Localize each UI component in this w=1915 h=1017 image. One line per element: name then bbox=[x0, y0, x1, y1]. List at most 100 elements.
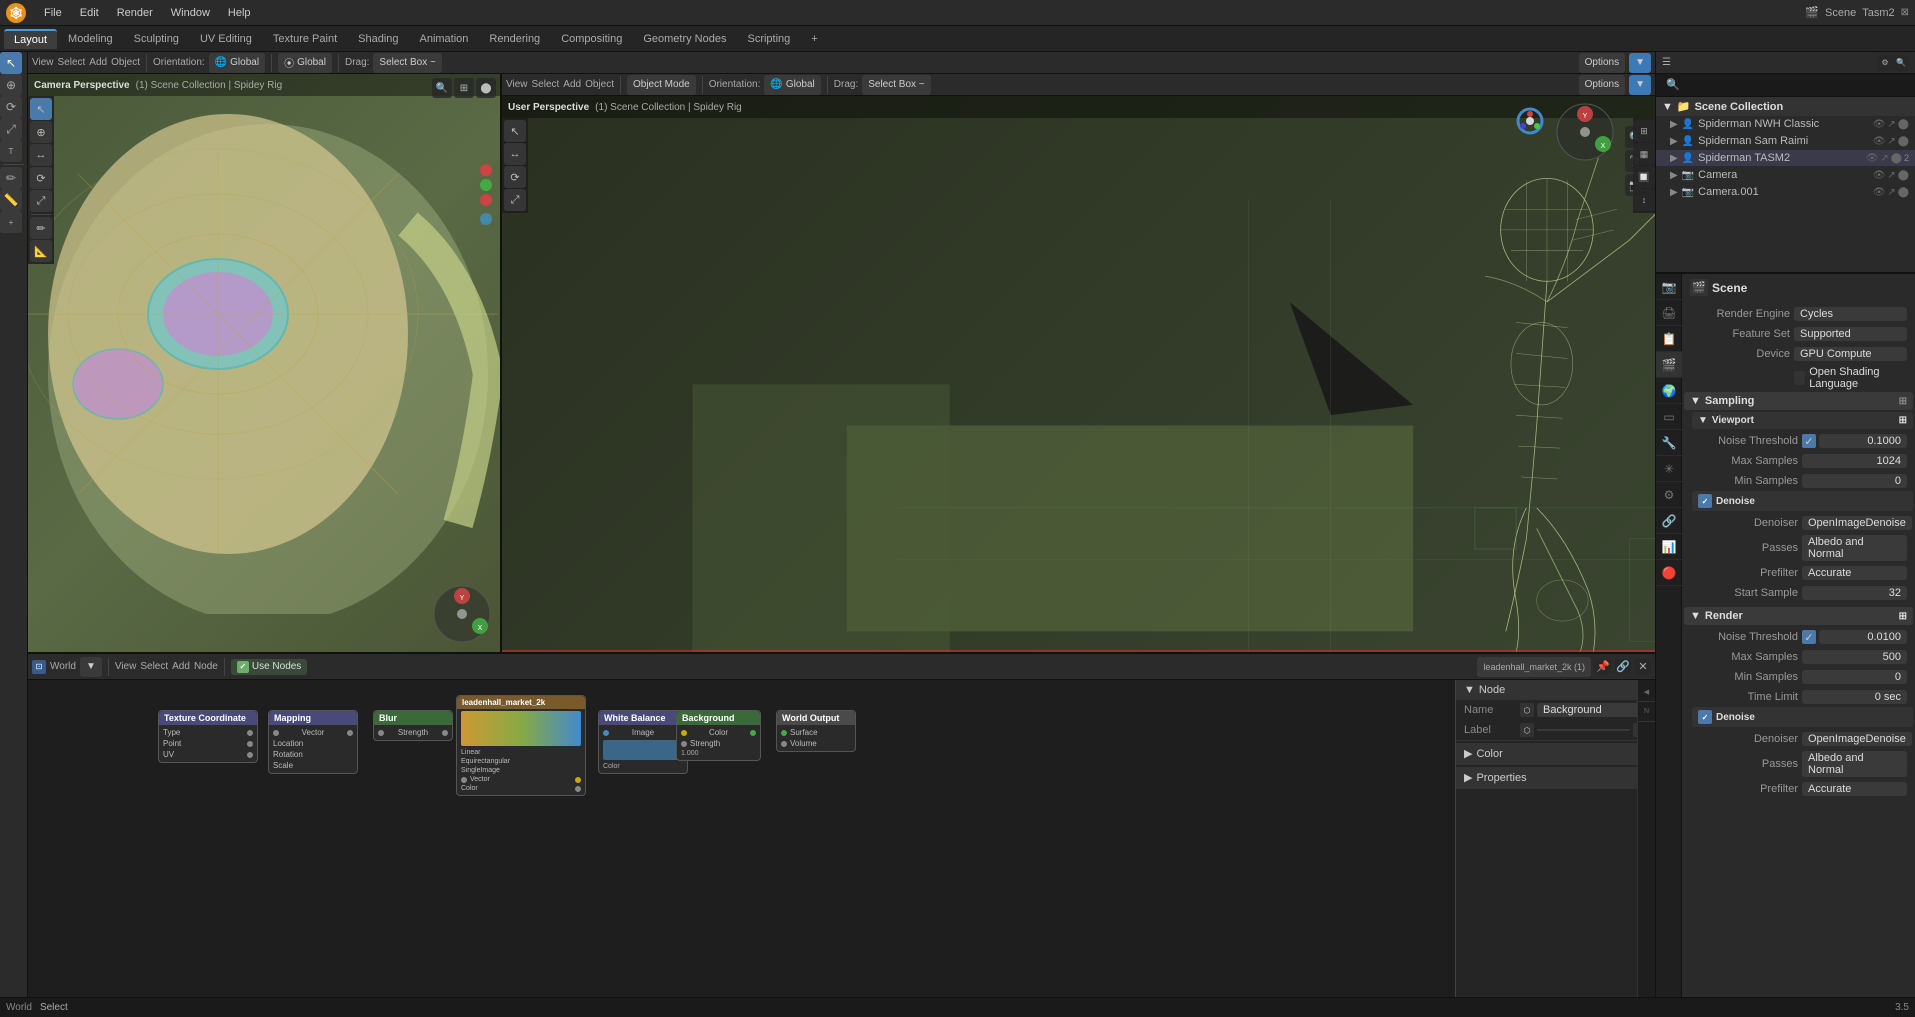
prop-render-icon[interactable]: 📷 bbox=[1656, 274, 1682, 300]
tab-scripting[interactable]: Scripting bbox=[737, 30, 800, 48]
uvp-rotate-btn[interactable]: ⟳ bbox=[504, 166, 526, 188]
menu-render[interactable]: Render bbox=[109, 5, 161, 21]
item4-vis[interactable]: 👁 bbox=[1873, 187, 1886, 198]
prop-particles-icon[interactable]: ✳ bbox=[1656, 456, 1682, 482]
r-denoiser-value[interactable]: OpenImageDenoise bbox=[1802, 732, 1912, 746]
node-white-balance[interactable]: White Balance Image bbox=[598, 710, 688, 774]
vp-cursor-btn[interactable]: ⊕ bbox=[30, 121, 52, 143]
uvp-select-btn[interactable]: ↖ bbox=[504, 120, 526, 142]
render-denoise-header[interactable]: ✓ Denoise bbox=[1692, 707, 1913, 727]
options-toggle[interactable]: ▼ bbox=[1629, 53, 1651, 73]
render-header[interactable]: ▼ Render ⊞ bbox=[1684, 607, 1913, 625]
tc-out-gen[interactable] bbox=[247, 730, 253, 736]
r-min-value[interactable]: 0 bbox=[1802, 670, 1907, 684]
node-select-label[interactable]: Select bbox=[140, 661, 168, 672]
uvp-move-btn[interactable]: ↔ bbox=[504, 143, 526, 165]
render-engine-value[interactable]: Cycles bbox=[1794, 307, 1907, 321]
drag-select-btn[interactable]: Select Box ~ bbox=[373, 53, 441, 73]
outliner-item-2[interactable]: ▶ 👤 Spiderman TASM2 👁 ↗ ⬤ 2 bbox=[1656, 150, 1915, 167]
bg-out[interactable] bbox=[750, 730, 756, 736]
node-link-btn[interactable]: 🔗 bbox=[1615, 659, 1631, 675]
prop-constraints-icon[interactable]: 🔗 bbox=[1656, 508, 1682, 534]
r-passes-value[interactable]: Albedo and Normal bbox=[1802, 751, 1907, 777]
item0-vis[interactable]: 👁 bbox=[1873, 119, 1886, 130]
menu-help[interactable]: Help bbox=[220, 5, 259, 21]
env-out-color[interactable] bbox=[575, 777, 581, 783]
vp-rotate-btn[interactable]: ⟳ bbox=[30, 167, 52, 189]
node-panel-icon-1[interactable]: ◀ bbox=[1637, 682, 1656, 702]
item0-rend[interactable]: ⬤ bbox=[1898, 119, 1909, 130]
camera-vp-rendered[interactable]: ⬤ bbox=[476, 78, 496, 98]
osl-checkbox[interactable] bbox=[1794, 371, 1805, 385]
prop-physics-icon[interactable]: ⚙ bbox=[1656, 482, 1682, 508]
item3-vis[interactable]: 👁 bbox=[1873, 170, 1886, 181]
prop-scene-icon[interactable]: 🎬 bbox=[1656, 352, 1682, 378]
object-label[interactable]: Object bbox=[111, 57, 140, 68]
node-world-label[interactable]: World bbox=[50, 661, 76, 672]
node-background[interactable]: Background Color Strength bbox=[676, 710, 761, 761]
tool-select[interactable]: ↖ bbox=[0, 52, 22, 74]
node-section-header[interactable]: ▼ Node bbox=[1456, 680, 1655, 700]
vp-rt-btn1[interactable]: ⊞ bbox=[1633, 120, 1655, 142]
tool-move[interactable]: ⊕ bbox=[0, 74, 22, 96]
bg-in-color[interactable] bbox=[681, 730, 687, 736]
tab-modeling[interactable]: Modeling bbox=[58, 30, 123, 48]
device-value[interactable]: GPU Compute bbox=[1794, 347, 1907, 361]
camera-vp-grid[interactable]: ⊞ bbox=[454, 78, 474, 98]
item2-sel[interactable]: ↗ bbox=[1880, 153, 1888, 164]
vp-rt-btn3[interactable]: 🔲 bbox=[1633, 166, 1655, 188]
wo-in-volume[interactable] bbox=[781, 741, 787, 747]
tool-transform[interactable]: T bbox=[0, 140, 22, 162]
tab-geometry-nodes[interactable]: Geometry Nodes bbox=[633, 30, 736, 48]
item2-rend[interactable]: ⬤ bbox=[1891, 153, 1902, 164]
outliner-item-1[interactable]: ▶ 👤 Spiderman Sam Raimi 👁 ↗ ⬤ bbox=[1656, 133, 1915, 150]
vp-move-btn[interactable]: ↔ bbox=[30, 144, 52, 166]
node-world-dropdown[interactable]: ▼ bbox=[80, 657, 102, 677]
node-name-icon[interactable]: ⬡ bbox=[1520, 703, 1534, 717]
menu-window[interactable]: Window bbox=[163, 5, 218, 21]
maximize-btn[interactable]: ⊠ bbox=[1901, 7, 1909, 18]
outliner-search-input[interactable] bbox=[1660, 77, 1911, 93]
blur-out[interactable] bbox=[442, 730, 448, 736]
vp-annotate-btn[interactable]: ✏ bbox=[30, 217, 52, 239]
env-in[interactable] bbox=[461, 777, 467, 783]
tab-rendering[interactable]: Rendering bbox=[479, 30, 550, 48]
node-label-icon[interactable]: ⬡ bbox=[1520, 723, 1534, 737]
node-panel-icon-2[interactable]: N bbox=[1637, 702, 1656, 722]
options-btn[interactable]: Options bbox=[1579, 53, 1625, 73]
prop-view-layer-icon[interactable]: 📋 bbox=[1656, 326, 1682, 352]
tool-annotate[interactable]: ✏ bbox=[0, 167, 22, 189]
tool-rotate[interactable]: ⟳ bbox=[0, 96, 22, 118]
vp-rt-btn4[interactable]: ↕ bbox=[1633, 189, 1655, 211]
item1-rend[interactable]: ⬤ bbox=[1898, 136, 1909, 147]
color-section-header[interactable]: ▶ Color bbox=[1456, 743, 1655, 764]
viewport-header[interactable]: ▼ Viewport ⊞ bbox=[1692, 412, 1913, 429]
tab-sculpting[interactable]: Sculpting bbox=[124, 30, 189, 48]
outliner-search-btn[interactable]: 🔍 bbox=[1893, 55, 1909, 71]
r-options-btn[interactable]: Options bbox=[1579, 75, 1625, 95]
prefilter-value[interactable]: Accurate bbox=[1802, 566, 1907, 580]
tool-add[interactable]: + bbox=[0, 211, 22, 233]
r-drag-btn[interactable]: Select Box ~ bbox=[862, 75, 930, 95]
tool-scale[interactable]: ⤢ bbox=[0, 118, 22, 140]
menu-file[interactable]: File bbox=[36, 5, 70, 21]
camera-vp-magnify[interactable]: 🔍 bbox=[432, 78, 452, 98]
outliner-item-0[interactable]: ▶ 👤 Spiderman NWH Classic 👁 ↗ ⬤ bbox=[1656, 116, 1915, 133]
menu-edit[interactable]: Edit bbox=[72, 5, 107, 21]
color-wheel-icon[interactable] bbox=[1515, 106, 1545, 139]
item4-rend[interactable]: ⬤ bbox=[1898, 187, 1909, 198]
vp-sub-extra[interactable]: ⊞ bbox=[1899, 415, 1907, 426]
tab-animation[interactable]: Animation bbox=[410, 30, 479, 48]
item1-vis[interactable]: 👁 bbox=[1873, 136, 1886, 147]
wo-in-surface[interactable] bbox=[781, 730, 787, 736]
prop-object-icon[interactable]: ▭ bbox=[1656, 404, 1682, 430]
tab-compositing[interactable]: Compositing bbox=[551, 30, 632, 48]
r-options-toggle[interactable]: ▼ bbox=[1629, 75, 1651, 95]
prop-world-icon[interactable]: 🌍 bbox=[1656, 378, 1682, 404]
r-orientation-btn[interactable]: 🌐 Global bbox=[764, 75, 820, 95]
r-max-value[interactable]: 500 bbox=[1802, 650, 1907, 664]
node-editor-type-icon[interactable]: ⊡ bbox=[32, 660, 46, 674]
camera-nav-gizmo[interactable]: Y X bbox=[432, 584, 492, 644]
tab-uv[interactable]: UV Editing bbox=[190, 30, 262, 48]
node-world-output[interactable]: World Output Surface Volume bbox=[776, 710, 856, 752]
